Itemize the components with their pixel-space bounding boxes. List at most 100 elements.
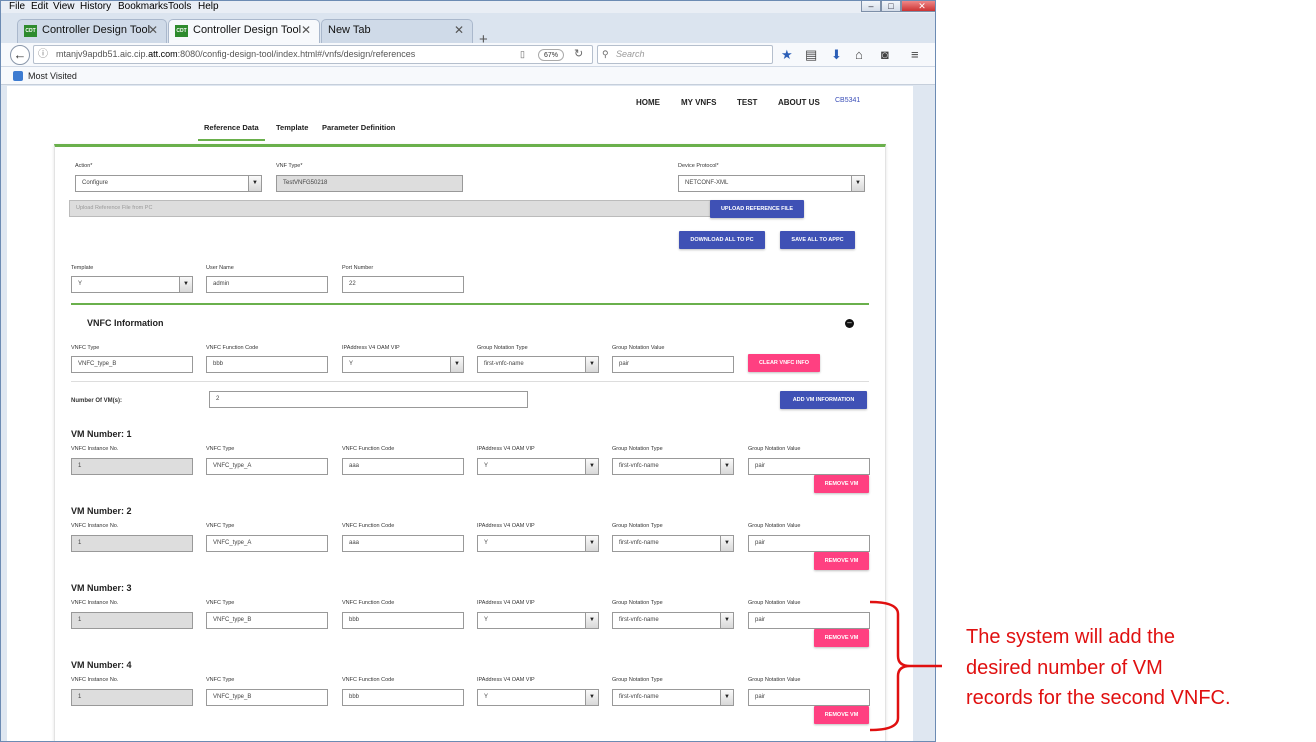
vm-number-title: VM Number: 2 (71, 506, 132, 516)
vm-function-code-input[interactable]: bbb (342, 612, 464, 629)
browser-tab-1[interactable]: CDT Controller Design Tool ✕ (17, 19, 167, 43)
vnfc-type-input[interactable]: VNFC_type_B (71, 356, 193, 373)
hamburger-menu-icon[interactable]: ≡ (911, 47, 919, 62)
remove-vm-button[interactable]: REMOVE VM (814, 629, 869, 647)
vm-gn-value-input[interactable]: pair (748, 458, 870, 475)
chevron-down-icon: ▼ (720, 690, 733, 705)
vm-function-code-input[interactable]: aaa (342, 458, 464, 475)
tab-label: Controller Design Tool (193, 24, 302, 36)
vm-ip-select[interactable]: Y ▼ (477, 458, 599, 475)
vm-gn-type-select[interactable]: first-vnfc-name ▼ (612, 689, 734, 706)
menu-view[interactable]: View (53, 1, 75, 12)
vnfc-gn-value-input[interactable]: pair (612, 356, 734, 373)
url-text: mtanjv9apdb51.aic.cip.att.com:8080/confi… (56, 49, 416, 59)
user-id[interactable]: CB5341 (835, 97, 860, 104)
back-arrow-icon[interactable]: ← (10, 45, 30, 65)
annotation-line: The system will add the (966, 626, 1175, 648)
vm-number-title: VM Number: 1 (71, 429, 132, 439)
reload-icon[interactable]: ↻ (574, 46, 583, 63)
remove-vm-button[interactable]: REMOVE VM (814, 552, 869, 570)
device-protocol-select[interactable]: NETCONF-XML ▼ (678, 175, 865, 192)
clear-vnfc-info-button[interactable]: CLEAR VNFC INFO (748, 354, 820, 372)
vm-ip-select[interactable]: Y ▼ (477, 535, 599, 552)
menu-help[interactable]: Help (198, 1, 219, 12)
nav-test[interactable]: TEST (737, 98, 757, 107)
user-name-input[interactable]: admin (206, 276, 328, 293)
vm-type-input[interactable]: VNFC_type_B (206, 689, 328, 706)
bookmarks-list-icon[interactable]: ▤ (805, 47, 817, 63)
collapse-icon[interactable]: – (845, 319, 854, 328)
add-vm-information-button[interactable]: ADD VM INFORMATION (780, 391, 867, 409)
vm-ip-select[interactable]: Y ▼ (477, 689, 599, 706)
reader-view-icon[interactable]: ▯ (520, 46, 525, 63)
vnfc-gn-type-select[interactable]: first-vnfc-name ▼ (477, 356, 599, 373)
vm-type-input[interactable]: VNFC_type_B (206, 612, 328, 629)
vm-type-input[interactable]: VNFC_type_A (206, 535, 328, 552)
port-number-input[interactable]: 22 (342, 276, 464, 293)
download-icon[interactable]: ⬇ (831, 47, 842, 63)
nav-my-vnfs[interactable]: MY VNFS (681, 98, 716, 107)
bookmark-star-icon[interactable]: ★ (781, 47, 793, 63)
chevron-down-icon: ▼ (179, 277, 192, 292)
vm-ip-label: IPAddress V4 OAM VIP (477, 446, 535, 452)
vm-gn-type-select[interactable]: first-vnfc-name ▼ (612, 612, 734, 629)
vm-gn-value-input[interactable]: pair (748, 689, 870, 706)
section-divider (71, 303, 869, 305)
menu-file[interactable]: File (9, 1, 25, 12)
nav-home[interactable]: HOME (636, 98, 660, 107)
chevron-down-icon: ▼ (585, 357, 598, 372)
vm-gn-type-label: Group Notation Type (612, 523, 663, 529)
browser-tab-2[interactable]: CDT Controller Design Tool ✕ (168, 19, 320, 43)
close-tab-icon[interactable]: ✕ (454, 20, 464, 40)
remove-vm-button[interactable]: REMOVE VM (814, 475, 869, 493)
download-all-button[interactable]: DOWNLOAD ALL TO PC (679, 231, 765, 249)
maximize-icon[interactable]: □ (881, 1, 901, 12)
vm-gn-type-select[interactable]: first-vnfc-name ▼ (612, 535, 734, 552)
zoom-level[interactable]: 67% (538, 49, 564, 61)
vm-gn-value-input[interactable]: pair (748, 612, 870, 629)
divider (71, 381, 869, 382)
vm-instance-label: VNFC Instance No. (71, 523, 119, 529)
tab-reference-data[interactable]: Reference Data (198, 123, 265, 141)
tab-parameter-definition[interactable]: Parameter Definition (322, 123, 395, 132)
search-input[interactable]: ⚲ Search (597, 45, 773, 64)
tab-template[interactable]: Template (276, 123, 308, 132)
home-icon[interactable]: ⌂ (855, 47, 863, 62)
search-placeholder: Search (616, 49, 645, 59)
browser-tab-3[interactable]: New Tab ✕ (321, 19, 473, 43)
menu-history[interactable]: History (80, 1, 111, 12)
close-tab-icon[interactable]: ✕ (301, 20, 311, 40)
remove-vm-button[interactable]: REMOVE VM (814, 706, 869, 724)
vm-ip-label: IPAddress V4 OAM VIP (477, 523, 535, 529)
vm-function-code-label: VNFC Function Code (342, 600, 395, 606)
upload-file-field[interactable]: Upload Reference File from PC (69, 200, 711, 217)
vnfc-function-code-input[interactable]: bbb (206, 356, 328, 373)
vnfc-ip-select[interactable]: Y ▼ (342, 356, 464, 373)
vm-gn-type-select[interactable]: first-vnfc-name ▼ (612, 458, 734, 475)
number-of-vms-input[interactable]: 2 (209, 391, 528, 408)
upload-reference-file-button[interactable]: UPLOAD REFERENCE FILE (710, 200, 804, 218)
vm-type-input[interactable]: VNFC_type_A (206, 458, 328, 475)
action-select[interactable]: Configure ▼ (75, 175, 262, 192)
page-content: HOME MY VNFS TEST ABOUT US CB5341 Refere… (7, 86, 913, 741)
vm-function-code-input[interactable]: bbb (342, 689, 464, 706)
vm-function-code-label: VNFC Function Code (342, 523, 395, 529)
save-all-button[interactable]: SAVE ALL TO APPC (780, 231, 855, 249)
vm-ip-select[interactable]: Y ▼ (477, 612, 599, 629)
menu-bookmarks[interactable]: Bookmarks (118, 1, 168, 12)
vnfc-information-title: VNFC Information (87, 318, 164, 328)
vm-gn-value-input[interactable]: pair (748, 535, 870, 552)
nav-about-us[interactable]: ABOUT US (778, 98, 820, 107)
most-visited-link[interactable]: Most Visited (28, 67, 77, 85)
template-select[interactable]: Y ▼ (71, 276, 193, 293)
vm-type-label: VNFC Type (206, 600, 235, 606)
vm-function-code-input[interactable]: aaa (342, 535, 464, 552)
pocket-icon[interactable]: ◙ (881, 47, 889, 62)
menu-tools[interactable]: Tools (168, 1, 191, 12)
close-icon[interactable]: ✕ (901, 1, 935, 12)
info-icon[interactable]: ⓘ (38, 46, 48, 63)
menu-edit[interactable]: Edit (31, 1, 48, 12)
close-tab-icon[interactable]: ✕ (148, 20, 158, 40)
url-bar[interactable]: ⓘ mtanjv9apdb51.aic.cip.att.com:8080/con… (33, 45, 593, 64)
minimize-icon[interactable]: – (861, 1, 881, 12)
